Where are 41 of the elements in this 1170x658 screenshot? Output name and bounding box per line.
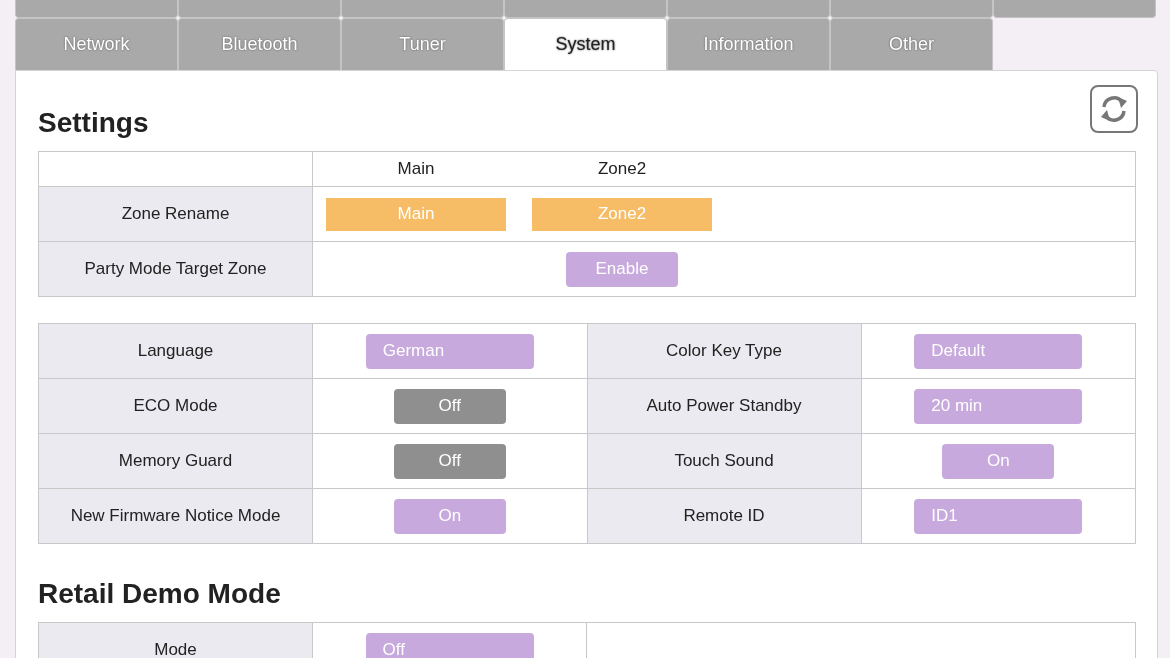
enable-button[interactable]: Enable bbox=[566, 251, 678, 287]
tab[interactable]: Tuner bbox=[341, 18, 504, 70]
column-header: Zone2 bbox=[597, 159, 647, 179]
tab[interactable] bbox=[504, 0, 667, 18]
setting-label: ECO Mode bbox=[133, 396, 218, 415]
select-button[interactable]: 20 min bbox=[914, 388, 1083, 424]
select-button[interactable]: Off bbox=[365, 632, 534, 658]
tab[interactable]: Network bbox=[15, 18, 178, 70]
setting-label: Touch Sound bbox=[674, 451, 774, 470]
tab[interactable] bbox=[178, 0, 341, 18]
section-title: Retail Demo Mode bbox=[38, 578, 282, 610]
tab[interactable]: Other bbox=[830, 18, 993, 70]
rename-button[interactable]: Zone2 bbox=[532, 197, 712, 231]
refresh-button[interactable] bbox=[1090, 85, 1138, 133]
column-header: Main bbox=[397, 159, 435, 179]
tab[interactable]: Bluetooth bbox=[178, 18, 341, 70]
select-button[interactable]: Default bbox=[914, 333, 1083, 369]
toggle-button[interactable]: On bbox=[942, 443, 1055, 479]
row-label: Zone Rename bbox=[121, 204, 230, 223]
select-button[interactable]: ID1 bbox=[914, 498, 1083, 534]
setting-label: Mode bbox=[154, 640, 197, 658]
tab[interactable]: System bbox=[504, 18, 667, 70]
setting-label: Auto Power Standby bbox=[646, 396, 802, 415]
setting-label: Memory Guard bbox=[118, 451, 233, 470]
tab[interactable] bbox=[15, 0, 178, 18]
tab[interactable] bbox=[341, 0, 504, 18]
setting-label: Color Key Type bbox=[666, 341, 782, 360]
tab[interactable] bbox=[830, 0, 993, 18]
row-label: Party Mode Target Zone bbox=[84, 259, 267, 278]
select-button[interactable]: German bbox=[365, 333, 534, 369]
tab[interactable]: Information bbox=[667, 18, 830, 70]
setting-label: New Firmware Notice Mode bbox=[70, 506, 281, 525]
setting-label: Language bbox=[137, 341, 214, 360]
toggle-button[interactable]: On bbox=[393, 498, 506, 534]
tab[interactable] bbox=[993, 0, 1156, 18]
toggle-button[interactable]: Off bbox=[393, 443, 506, 479]
tab[interactable] bbox=[667, 0, 830, 18]
rename-button[interactable]: Main bbox=[326, 197, 506, 231]
setting-label: Remote ID bbox=[683, 506, 765, 525]
toggle-button[interactable]: Off bbox=[393, 388, 506, 424]
section-title: Settings bbox=[38, 107, 149, 139]
